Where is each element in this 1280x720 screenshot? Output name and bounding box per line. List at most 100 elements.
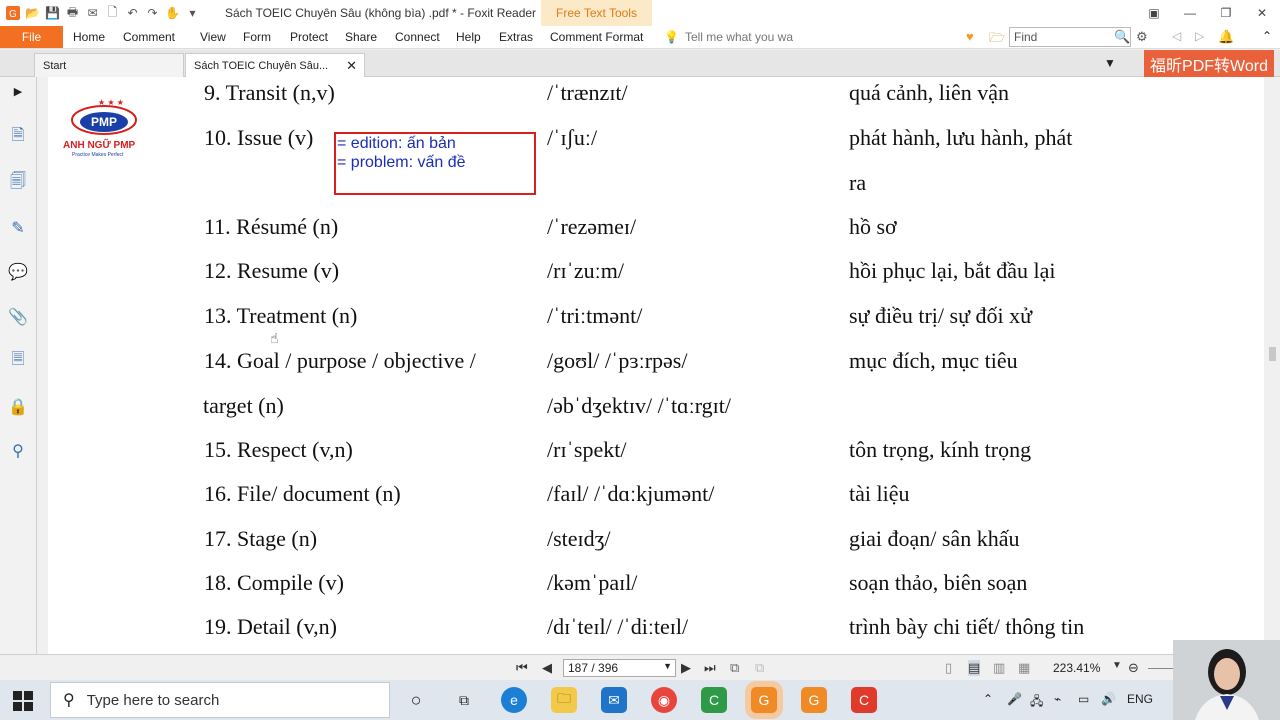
- windows-start-icon[interactable]: [13, 691, 33, 711]
- search-tool-icon[interactable]: ⚲: [8, 441, 28, 461]
- scrollbar-thumb[interactable]: [1269, 347, 1276, 361]
- pages-icon[interactable]: 🗐: [8, 173, 28, 193]
- tab-document[interactable]: Sách TOEIC Chuyên Sâu... ✕: [185, 53, 365, 77]
- webcam-overlay: [1173, 640, 1280, 720]
- save-icon[interactable]: 💾: [44, 5, 61, 22]
- comments-icon[interactable]: 💬: [8, 262, 28, 282]
- task-view-icon[interactable]: ⧉: [451, 687, 477, 713]
- tab-home[interactable]: Home: [73, 30, 105, 44]
- dropdown-icon[interactable]: ▾: [184, 5, 201, 22]
- email-icon[interactable]: ✉: [84, 5, 101, 22]
- vocab-meaning: mục đích, mục tiêu: [849, 348, 1018, 373]
- expand-panel-icon[interactable]: ▶: [8, 81, 28, 101]
- fit-icon[interactable]: ⧉: [755, 660, 764, 676]
- page-thumbnail-icon[interactable]: 🗎: [8, 127, 28, 147]
- edge-icon[interactable]: e: [501, 687, 527, 713]
- pdf-to-word-banner[interactable]: 福昕PDF转Word: [1144, 50, 1274, 77]
- search-icon[interactable]: 🔍: [1114, 29, 1130, 45]
- lock-icon[interactable]: 🔒: [8, 397, 28, 417]
- language-indicator[interactable]: ENG: [1127, 692, 1153, 706]
- tab-extras[interactable]: Extras: [499, 30, 533, 44]
- foxit-taskbar-icon[interactable]: G: [751, 687, 777, 713]
- new-icon[interactable]: 🗋: [104, 5, 121, 22]
- tab-list-dropdown-icon[interactable]: ▼: [1104, 56, 1116, 70]
- zoom-dropdown-icon[interactable]: ▼: [1112, 660, 1122, 671]
- open-icon[interactable]: 📂: [24, 5, 41, 22]
- ribbon-options-icon[interactable]: ▣: [1136, 0, 1172, 26]
- vocab-ipa: /kəmˈpaɪl/: [547, 570, 638, 595]
- cortana-icon[interactable]: ○: [403, 687, 429, 713]
- wifi-icon[interactable]: ⌁: [1054, 692, 1061, 706]
- vocab-word: 15. Respect (v,n): [204, 437, 353, 462]
- folder-search-icon[interactable]: 🗁: [989, 29, 1005, 51]
- minimize-button[interactable]: —: [1172, 0, 1208, 26]
- facing-icon[interactable]: ▥: [993, 660, 1005, 676]
- print-icon[interactable]: 🖶: [64, 5, 81, 22]
- free-text-annotation[interactable]: = edition: ấn bản = problem: vấn đề: [334, 132, 536, 195]
- forward-icon[interactable]: ▷: [1195, 29, 1204, 43]
- tell-me-text: Tell me what you wa: [684, 30, 793, 44]
- tab-comment[interactable]: Comment: [123, 30, 175, 44]
- previous-page-icon[interactable]: ◀: [542, 660, 552, 676]
- recorder-icon[interactable]: C: [851, 687, 877, 713]
- note-line-1: = edition: ấn bản: [337, 135, 456, 152]
- tab-share[interactable]: Share: [345, 30, 377, 44]
- undo-icon[interactable]: ↶: [124, 5, 141, 22]
- battery-icon[interactable]: ▭: [1078, 692, 1089, 706]
- vocab-ipa: /ˈtriːtmənt/: [547, 303, 643, 328]
- continuous-facing-icon[interactable]: ▦: [1018, 660, 1030, 676]
- tab-protect[interactable]: Protect: [290, 30, 328, 44]
- close-tab-icon[interactable]: ✕: [346, 58, 357, 74]
- last-page-icon[interactable]: ⏭: [704, 660, 716, 676]
- taskbar-search-box[interactable]: ⚲ Type here to search: [50, 682, 390, 718]
- foxit-phantom-icon[interactable]: G: [801, 687, 827, 713]
- vocab-ipa: /faɪl/ /ˈdɑːkjumənt/: [547, 481, 715, 506]
- collapse-ribbon-icon[interactable]: ⌃: [1262, 29, 1272, 43]
- bell-icon[interactable]: 🔔: [1218, 29, 1234, 45]
- page-number-input[interactable]: 187 / 396 ▼: [563, 659, 676, 677]
- microphone-icon[interactable]: 🎤: [1007, 692, 1022, 706]
- signature-icon[interactable]: 🗏: [8, 351, 28, 371]
- tab-help[interactable]: Help: [456, 30, 481, 44]
- zoom-out-icon[interactable]: ⊖: [1128, 660, 1139, 676]
- file-explorer-icon[interactable]: 🗀: [551, 687, 577, 713]
- reflow-icon[interactable]: ⧉: [730, 660, 739, 676]
- maximize-button[interactable]: ❐: [1208, 0, 1244, 26]
- redo-icon[interactable]: ↷: [144, 5, 161, 22]
- find-input[interactable]: Find: [1009, 27, 1131, 47]
- zoom-level[interactable]: 223.41%: [1053, 661, 1100, 675]
- hand-cursor-icon: ☝: [270, 330, 279, 346]
- tab-start[interactable]: Start: [34, 53, 184, 77]
- vocab-ipa: /rɪˈzuːm/: [547, 258, 624, 283]
- heart-icon[interactable]: ♥: [966, 29, 974, 44]
- network-icon[interactable]: 🖧: [1030, 692, 1043, 713]
- vertical-scrollbar[interactable]: [1264, 77, 1280, 654]
- attachment-icon[interactable]: 📎: [8, 307, 28, 327]
- vocab-word: 14. Goal / purpose / objective /: [204, 348, 476, 373]
- page-dropdown-icon[interactable]: ▼: [663, 661, 672, 671]
- tab-form[interactable]: Form: [243, 30, 271, 44]
- single-page-icon[interactable]: ▯: [945, 660, 952, 676]
- hand-tool-icon[interactable]: ✋: [164, 5, 181, 22]
- volume-icon[interactable]: 🔊: [1101, 692, 1116, 706]
- logo-tagline: Practice Makes Perfect: [72, 152, 124, 158]
- continuous-page-icon[interactable]: ▤: [968, 660, 981, 676]
- file-button[interactable]: File: [0, 26, 63, 48]
- close-button[interactable]: ✕: [1244, 0, 1280, 26]
- tab-free-text-tools[interactable]: Free Text Tools: [541, 0, 652, 26]
- tell-me-box[interactable]: 💡 Tell me what you wa: [664, 30, 793, 44]
- tray-expand-icon[interactable]: ⌃: [983, 692, 993, 706]
- mail-icon[interactable]: ✉: [601, 687, 627, 713]
- first-page-icon[interactable]: ⏮: [516, 660, 528, 676]
- tab-connect[interactable]: Connect: [395, 30, 440, 44]
- next-page-icon[interactable]: ▶: [681, 660, 691, 676]
- gear-icon[interactable]: ⚙: [1136, 29, 1148, 45]
- vocab-ipa: /rɪˈspekt/: [547, 437, 627, 462]
- tab-view[interactable]: View: [200, 30, 226, 44]
- chrome-icon[interactable]: ◉: [651, 687, 677, 713]
- zoom-slider[interactable]: [1148, 668, 1174, 669]
- camtasia-icon[interactable]: C: [701, 687, 727, 713]
- back-icon[interactable]: ◁: [1172, 29, 1181, 43]
- tab-comment-format[interactable]: Comment Format: [550, 30, 643, 44]
- layers-icon[interactable]: ✎: [8, 218, 28, 238]
